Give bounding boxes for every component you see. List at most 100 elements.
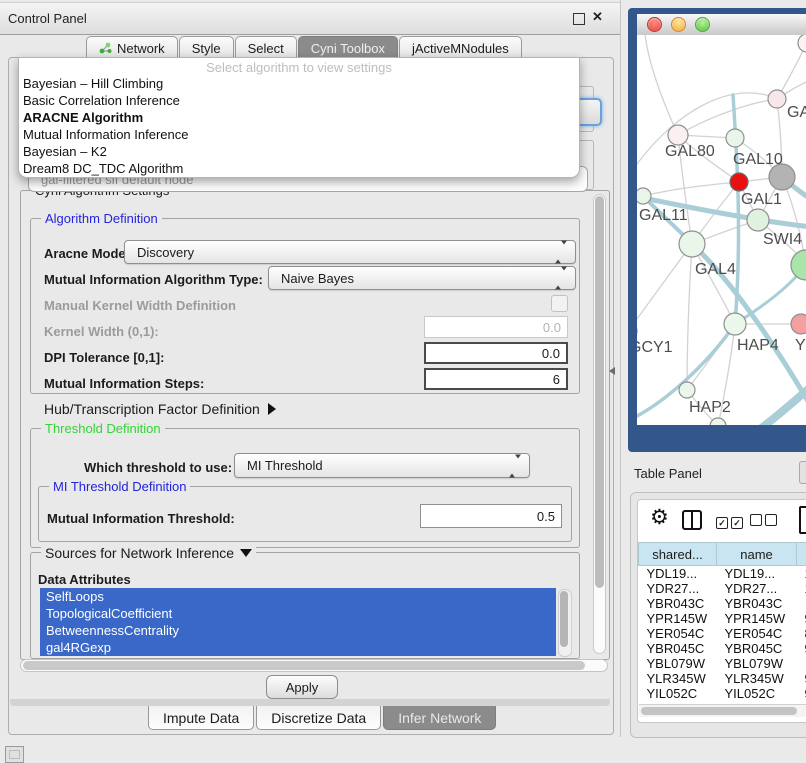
scrollbar-thumb[interactable]	[595, 196, 604, 588]
tab-discretize-data[interactable]: Discretize Data	[256, 706, 381, 730]
close-panel-icon[interactable]: ✕	[592, 9, 603, 25]
tab-select[interactable]: Select	[235, 36, 297, 58]
node-table: shared... name A YDL19...YDL19...13 YDR2…	[638, 542, 806, 701]
manual-kernel-checkbox[interactable]	[551, 295, 568, 312]
columns-icon[interactable]	[682, 510, 702, 530]
attribute-item-selected[interactable]: SelfLoops	[40, 588, 556, 605]
which-threshold-select[interactable]: MI Threshold	[234, 453, 530, 478]
scrollbar-thumb[interactable]	[23, 661, 585, 670]
kernel-width-label: Kernel Width (0,1):	[44, 324, 159, 339]
aracne-mode-select[interactable]: Discovery	[124, 240, 576, 264]
table-toolbar: ⚙ ✓✓	[638, 500, 806, 540]
settings-vertical-scrollbar[interactable]	[593, 194, 606, 654]
mi-algorithm-type-select[interactable]: Naive Bayes	[268, 266, 576, 290]
gear-icon[interactable]: ⚙	[650, 505, 669, 530]
mi-threshold-field[interactable]: 0.5	[420, 504, 562, 528]
attribute-list-scrollbar[interactable]	[558, 589, 572, 657]
scrollbar-thumb[interactable]	[641, 707, 797, 715]
checked-box-icon: ✓	[731, 517, 743, 529]
mi-threshold-label: Mutual Information Threshold:	[47, 511, 235, 526]
attribute-item-selected[interactable]: TopologicalCoefficient	[40, 605, 556, 622]
kernel-width-field[interactable]: 0.0	[424, 316, 568, 338]
collapsed-panel-icon[interactable]	[5, 746, 24, 763]
group-title: Algorithm Definition	[41, 211, 162, 226]
tab-cyni-toolbox[interactable]: Cyni Toolbox	[298, 36, 398, 58]
table-row[interactable]: YIL052CYIL052C9	[639, 686, 806, 701]
algorithm-option[interactable]: Bayesian – Hill Climbing	[19, 75, 579, 92]
panel-divider-collapse-icon[interactable]	[609, 367, 615, 375]
control-panel-tabbar: Network Style Select Cyni Toolbox jActiv…	[86, 36, 523, 58]
node-label: GAL11	[639, 207, 688, 225]
table-row[interactable]: YBR043CYBR043C	[639, 596, 806, 611]
zoom-window-icon[interactable]	[695, 17, 710, 32]
deselect-all-columns-icon[interactable]	[750, 513, 780, 531]
control-panel: Control Panel ✕ Network Style Select Cyn…	[0, 0, 621, 737]
table-panel-button-fragment[interactable]	[799, 461, 806, 484]
table-row[interactable]: YLR345WYLR345W9.	[639, 671, 806, 686]
table-row[interactable]: YDL19...YDL19...13	[639, 566, 806, 582]
document-icon[interactable]	[799, 506, 806, 534]
tab-network[interactable]: Network	[86, 36, 178, 58]
attribute-item-selected[interactable]: BetweennessCentrality	[40, 622, 556, 639]
manual-kernel-label: Manual Kernel Width Definition	[44, 298, 236, 313]
attribute-item-selected[interactable]: gal4RGexp	[40, 639, 556, 656]
tab-jactivemnodules[interactable]: jActiveMNodules	[399, 36, 522, 58]
minimize-window-icon[interactable]	[671, 17, 686, 32]
float-panel-icon[interactable]	[573, 13, 585, 25]
column-header[interactable]: shared...	[639, 543, 717, 566]
table-row[interactable]: YDR27...YDR27...12	[639, 581, 806, 596]
tab-label: Select	[248, 41, 284, 56]
node-label: GAL	[787, 104, 806, 122]
hub-section-toggle[interactable]: Hub/Transcription Factor Definition	[44, 401, 276, 417]
algorithm-option[interactable]: Mutual Information Inference	[19, 126, 579, 143]
tab-style[interactable]: Style	[179, 36, 234, 58]
which-threshold-label: Which threshold to use:	[84, 460, 232, 475]
node-label: GAL4	[695, 261, 736, 279]
data-attributes-list: SelfLoops TopologicalCoefficient Between…	[40, 588, 556, 656]
select-all-columns-icon[interactable]: ✓✓	[716, 513, 746, 531]
algorithm-option[interactable]: Bayesian – K2	[19, 143, 579, 160]
table-row[interactable]: YBR045CYBR045C9.	[639, 641, 806, 656]
apply-button[interactable]: Apply	[266, 675, 338, 699]
network-window-titlebar[interactable]	[637, 14, 806, 36]
algorithm-option-aracne[interactable]: ARACNE Algorithm	[19, 109, 579, 126]
group-title: MI Threshold Definition	[49, 479, 190, 494]
column-header[interactable]: name	[717, 543, 797, 566]
table-panel-title: Table Panel	[634, 466, 702, 481]
mi-type-label: Mutual Information Algorithm Type:	[44, 272, 263, 287]
unchecked-box-icon	[765, 514, 777, 526]
algorithm-dropdown-popup: Select algorithm to view settings Bayesi…	[18, 57, 580, 178]
column-header[interactable]: A	[797, 543, 806, 566]
node-label: GAL80	[665, 143, 715, 161]
table-row[interactable]: YBL079WYBL079W	[639, 656, 806, 671]
network-graph	[637, 35, 806, 425]
node-label: GCY1	[637, 339, 673, 357]
selected-value: Discovery	[137, 245, 194, 260]
table-panel: ⚙ ✓✓ shared... name A YDL19...YDL19...13…	[630, 492, 806, 738]
table-header-row: shared... name A	[639, 543, 806, 566]
node-label: Y	[795, 337, 806, 355]
mi-steps-field[interactable]: 6	[424, 368, 568, 390]
network-view-window: GAL GAL80 GAL10 GAL1 GAL11 SWI4 GAL4 GCY…	[628, 8, 806, 452]
tab-infer-network[interactable]: Infer Network	[383, 706, 496, 730]
tab-label: Network	[117, 41, 165, 56]
panel-title: Control Panel	[0, 11, 87, 26]
scrollbar-thumb[interactable]	[560, 591, 568, 647]
spinner-arrows-icon	[555, 271, 567, 286]
close-window-icon[interactable]	[647, 17, 662, 32]
network-icon	[99, 42, 112, 54]
node-label: HAP2	[689, 399, 731, 417]
unchecked-box-icon	[750, 514, 762, 526]
dpi-tolerance-field[interactable]: 0.0	[424, 342, 568, 364]
tab-impute-data[interactable]: Impute Data	[148, 706, 254, 730]
algorithm-option[interactable]: Basic Correlation Inference	[19, 92, 579, 109]
sources-toggle[interactable]: Sources for Network Inference	[41, 545, 256, 561]
settings-horizontal-scrollbar[interactable]	[20, 659, 608, 672]
table-row[interactable]: YER054CYER054C8.	[639, 626, 806, 641]
tab-label: Cyni Toolbox	[311, 41, 385, 56]
algorithm-option[interactable]: Dream8 DC_TDC Algorithm	[19, 160, 579, 177]
table-row[interactable]: YPR145WYPR145W9.	[639, 611, 806, 626]
table-horizontal-scrollbar[interactable]	[639, 704, 806, 717]
network-canvas[interactable]: GAL GAL80 GAL10 GAL1 GAL11 SWI4 GAL4 GCY…	[637, 35, 806, 425]
node-label: GAL1	[741, 191, 782, 209]
